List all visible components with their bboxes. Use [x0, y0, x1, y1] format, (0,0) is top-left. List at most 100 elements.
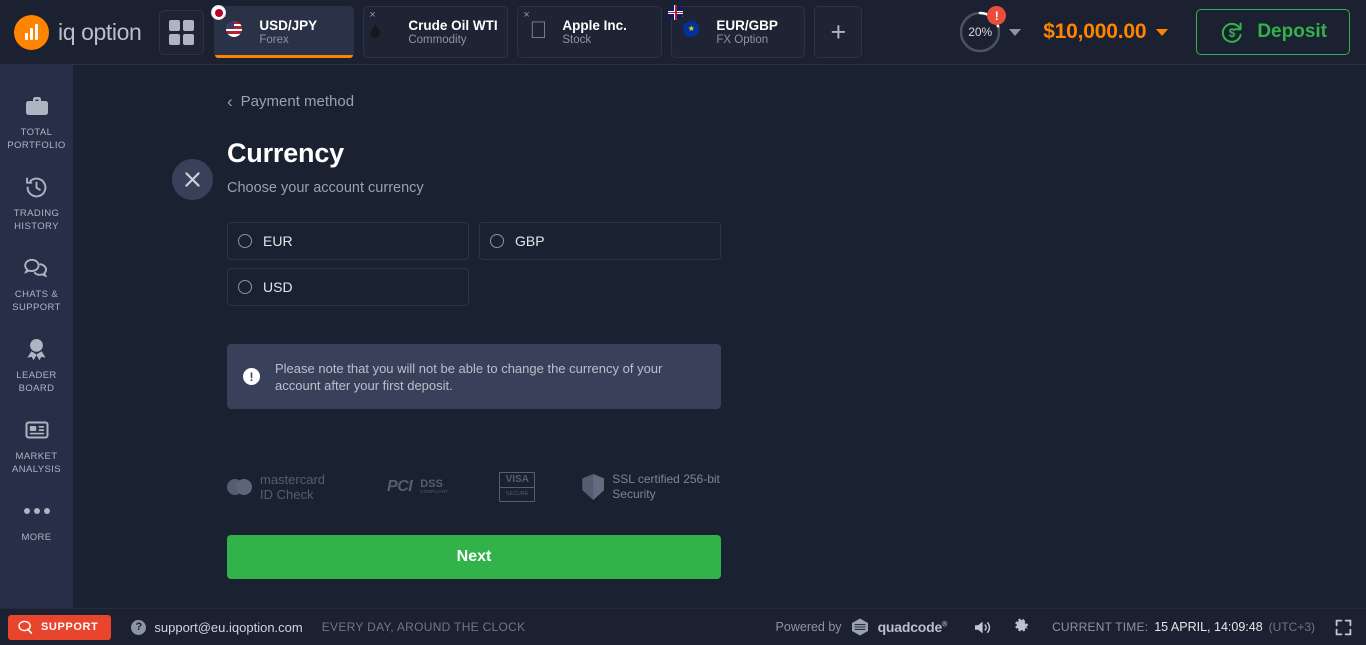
question-mark-icon[interactable]: ?	[131, 619, 147, 635]
visa-icon: VISA SECURE	[499, 472, 536, 502]
left-sidebar: TOTAL PORTFOLIO TRADING HISTORY CHATS & …	[0, 65, 74, 608]
tab-subtitle: Commodity	[408, 34, 467, 46]
quadcode-name: quadcode®	[877, 619, 948, 635]
availability-label: EVERY DAY, AROUND THE CLOCK	[321, 620, 526, 634]
currency-panel: ‹ Payment method Currency Choose your ac…	[227, 93, 787, 579]
current-time-label: CURRENT TIME:	[1052, 620, 1149, 634]
radio-icon[interactable]	[490, 234, 504, 248]
deposit-label: Deposit	[1257, 21, 1327, 42]
next-button[interactable]: Next	[227, 535, 721, 579]
tab-title: EUR/GBP	[716, 18, 778, 33]
grid-cell-1	[169, 19, 181, 31]
support-email[interactable]: support@eu.iqoption.com	[154, 620, 302, 635]
breadcrumb-label: Payment method	[240, 93, 355, 110]
award-medal-icon	[24, 336, 50, 362]
gear-icon[interactable]	[1012, 618, 1030, 636]
profile-dropdown-caret-icon[interactable]	[1009, 28, 1022, 36]
exclamation-icon: !	[243, 368, 260, 385]
powered-by-label: Powered by	[775, 620, 842, 634]
sidebar-label: MORE	[21, 532, 52, 543]
visa-secure-label: SECURE	[505, 491, 529, 498]
currency-label: USD	[263, 279, 293, 295]
tab-subtitle: FX Option	[716, 34, 769, 46]
tab-apple-inc[interactable]: ×  Apple Inc. Stock	[517, 6, 663, 58]
sidebar-item-total-portfolio[interactable]: TOTAL PORTFOLIO	[0, 83, 74, 164]
tab-eurgbp[interactable]: × EUR/GBP FX Option	[668, 5, 806, 58]
profile-progress-ring[interactable]: 20% !	[957, 6, 1007, 55]
sidebar-label: LEADER BOARD	[16, 370, 57, 394]
currency-notice: ! Please note that you will not be able …	[227, 344, 721, 409]
flag-usd-jpy-icon	[211, 5, 250, 44]
tab-title: Apple Inc.	[562, 18, 627, 33]
deposit-button[interactable]: $ Deposit	[1196, 9, 1350, 55]
support-label: SUPPORT	[41, 621, 99, 633]
newspaper-icon	[24, 417, 50, 443]
svg-text:$: $	[1229, 26, 1236, 40]
tab-subtitle: Forex	[259, 34, 289, 46]
visa-label: VISA	[500, 473, 535, 488]
support-chat-icon	[18, 620, 33, 634]
sidebar-label: CHATS & SUPPORT	[12, 289, 61, 313]
pci-logo-icon: PCI	[387, 478, 413, 495]
radio-icon[interactable]	[238, 280, 252, 294]
sidebar-label: TRADING HISTORY	[13, 208, 60, 232]
sidebar-item-trading-history[interactable]: TRADING HISTORY	[0, 164, 74, 245]
header-right-cluster: 20% ! $10,000.00 $ Deposit	[957, 6, 1356, 55]
currency-label: EUR	[263, 233, 293, 249]
sidebar-item-market-analysis[interactable]: MARKET ANALYSIS	[0, 407, 74, 488]
sidebar-item-more[interactable]: MORE	[0, 488, 74, 556]
fullscreen-icon[interactable]	[1335, 619, 1352, 636]
current-time-block: CURRENT TIME: 15 APRIL, 14:09:48 (UTC+3)	[1052, 620, 1315, 634]
pci-dss-badge: PCI DSS COMPLIANT	[387, 478, 448, 496]
grid-cell-4	[183, 33, 195, 45]
current-time-value: 15 APRIL, 14:09:48	[1154, 620, 1263, 634]
visa-secure-badge: VISA SECURE	[499, 472, 536, 502]
tab-title: Crude Oil WTI	[408, 18, 498, 33]
breadcrumb-payment-method[interactable]: ‹ Payment method	[227, 93, 787, 110]
radio-icon[interactable]	[238, 234, 252, 248]
pci-compliant-label: COMPLIANT	[420, 489, 449, 495]
quadcode-logo-icon	[851, 618, 868, 636]
currency-label: GBP	[515, 233, 545, 249]
tab-title: USD/JPY	[259, 18, 318, 33]
top-header: iq option × USD/JPY Forex ×	[0, 0, 1366, 65]
powered-by-block: Powered by quadcode®	[775, 617, 948, 637]
brand-name: iq option	[58, 18, 142, 45]
currency-option-eur[interactable]: EUR	[227, 222, 469, 260]
balance-dropdown-caret-icon[interactable]	[1156, 28, 1169, 36]
notice-text: Please note that you will not be able to…	[275, 360, 663, 393]
sound-icon[interactable]	[973, 619, 992, 636]
grid-cell-2	[183, 19, 195, 31]
tab-crude-oil-wti[interactable]: × Crude Oil WTI Commodity	[363, 6, 509, 58]
alert-badge-icon[interactable]: !	[987, 6, 1007, 25]
apps-grid-button[interactable]	[159, 9, 205, 55]
close-panel-button[interactable]	[172, 159, 213, 200]
grid-cell-3	[169, 33, 181, 45]
balance-amount[interactable]: $10,000.00	[1043, 20, 1146, 44]
ssl-badge: SSL certified 256-bit Security	[582, 472, 720, 502]
currency-option-gbp[interactable]: GBP	[479, 222, 721, 260]
sidebar-item-leader-board[interactable]: LEADER BOARD	[0, 326, 74, 407]
mastercard-idcheck-badge: mastercard ID Check	[227, 472, 325, 502]
currency-option-usd[interactable]: USD	[227, 268, 469, 306]
timezone-label: (UTC+3)	[1268, 620, 1315, 634]
brand-logo[interactable]: iq option	[14, 14, 142, 50]
oil-drop-icon	[375, 20, 399, 44]
logo-bars-icon	[14, 14, 49, 50]
mastercard-label: mastercard ID Check	[260, 472, 326, 502]
apple-logo-icon: 	[529, 19, 553, 44]
briefcase-icon	[24, 93, 50, 119]
page-title: Currency	[227, 138, 344, 168]
chevron-left-icon: ‹	[227, 92, 233, 111]
flag-eur-gbp-icon	[668, 5, 707, 44]
page-subtitle: Choose your account currency	[227, 180, 424, 196]
tab-subtitle: Stock	[562, 34, 592, 46]
main-content: ‹ Payment method Currency Choose your ac…	[74, 65, 1366, 608]
chat-bubbles-icon	[23, 255, 50, 281]
sidebar-item-chats-support[interactable]: CHATS & SUPPORT	[0, 245, 74, 326]
tab-usdjpy[interactable]: × USD/JPY Forex	[211, 5, 355, 58]
sidebar-label: TOTAL PORTFOLIO	[7, 127, 66, 151]
add-asset-button[interactable]	[814, 6, 863, 58]
ssl-label: SSL certified 256-bit Security	[612, 472, 720, 501]
support-button[interactable]: SUPPORT	[8, 614, 112, 640]
